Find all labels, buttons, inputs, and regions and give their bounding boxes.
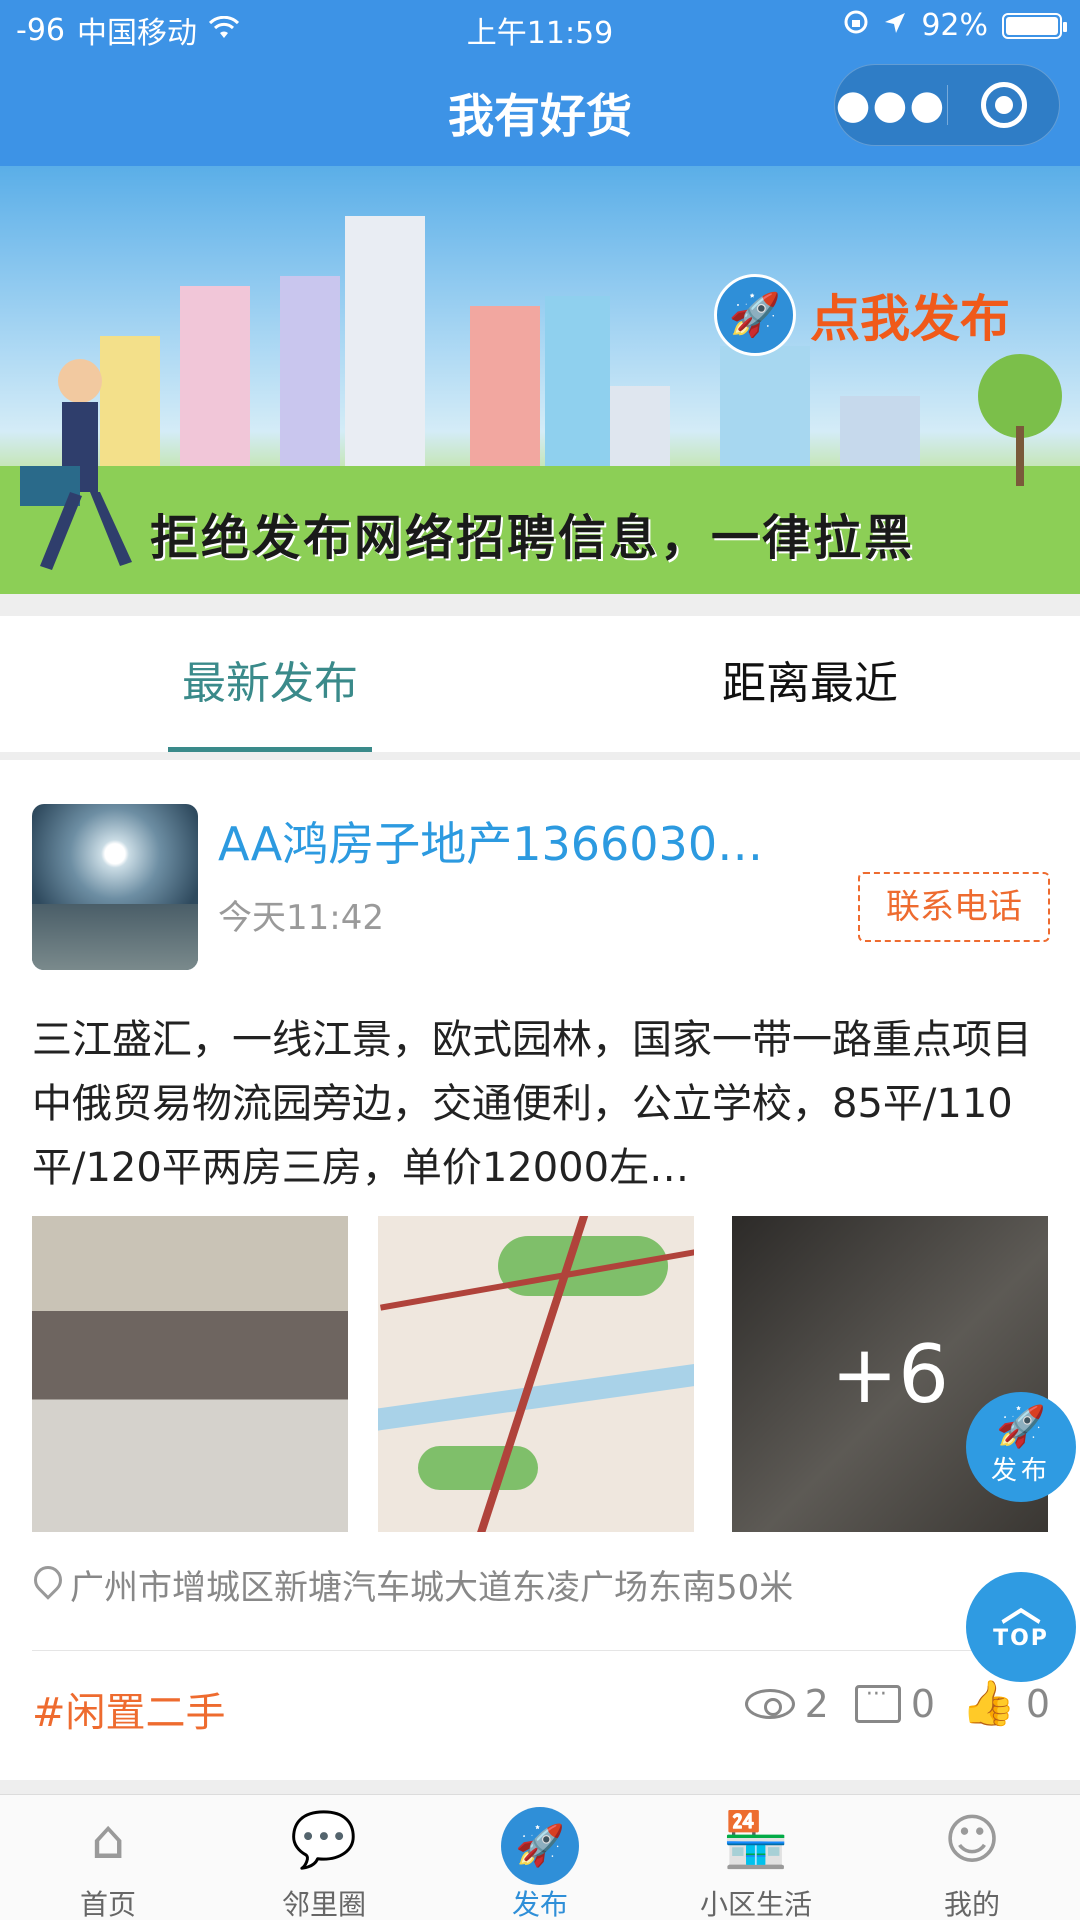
eye-icon (744, 1689, 795, 1719)
post-card[interactable]: AA鸿房子地产1366030… 今天11:42 联系电话 三江盛汇，一线江景，欧… (0, 760, 1080, 1780)
likes-stat[interactable]: 👍 0 (961, 1678, 1050, 1729)
photo-map[interactable] (378, 1216, 694, 1532)
navigation-bar: 我有好货 ●●● (0, 54, 1080, 166)
banner-slogan: 拒绝发布网络招聘信息，一律拉黑 (150, 510, 916, 566)
bottom-tab-bar: ⌂ 首页 💬 邻里圈 🚀 发布 🏪 小区生活 ☺ 我的 (0, 1794, 1080, 1920)
tab-latest[interactable]: 最新发布 (0, 616, 540, 752)
tabbar-label: 小区生活 (699, 1888, 812, 1920)
post-time: 今天11:42 (218, 898, 384, 938)
contact-phone-button[interactable]: 联系电话 (858, 872, 1050, 942)
tabbar-item-community-life[interactable]: 🏪 小区生活 (648, 1795, 864, 1920)
chevron-up-icon: ︿ (1001, 1584, 1041, 1630)
comments-count: 0 (910, 1682, 936, 1726)
avatar[interactable] (32, 804, 198, 970)
likes-count: 0 (1025, 1682, 1050, 1726)
chat-bubbles-icon: 💬 (290, 1808, 358, 1871)
comment-icon (854, 1682, 901, 1723)
tabbar-label: 首页 (79, 1888, 136, 1920)
rocket-icon: 🚀 (996, 1404, 1046, 1450)
photo-kitchen[interactable] (32, 1216, 348, 1532)
thumbs-up-icon: 👍 (961, 1678, 1016, 1729)
back-to-top-label: TOP (993, 1626, 1049, 1651)
tabbar-item-neighborhood[interactable]: 💬 邻里圈 (216, 1795, 432, 1920)
store-icon: 🏪 (722, 1808, 790, 1871)
more-dots-icon[interactable]: ●●● (835, 64, 947, 146)
location-text: 广州市增城区新塘汽车城大道东凌广场东南50米 (70, 1568, 794, 1608)
comments-stat[interactable]: 0 (854, 1682, 936, 1726)
orientation-lock-icon (843, 8, 869, 43)
category-tag[interactable]: #闲置二手 (32, 1680, 226, 1738)
post-author-title[interactable]: AA鸿房子地产1366030… (218, 808, 778, 874)
post-body[interactable]: 三江盛汇，一线江景，欧式园林，国家一带一路重点项目中俄贸易物流园旁边，交通便利，… (32, 1008, 1048, 1200)
sort-tabs: 最新发布 距离最近 (0, 616, 1080, 752)
location-arrow-icon (883, 8, 907, 43)
location-pin-icon (32, 1566, 62, 1604)
tabbar-item-home[interactable]: ⌂ 首页 (0, 1795, 216, 1920)
floating-publish-button[interactable]: 🚀 发布 (966, 1392, 1076, 1502)
battery-percent: 92% (921, 8, 988, 43)
close-target-button[interactable] (948, 82, 1059, 128)
tab-nearest[interactable]: 距离最近 (540, 616, 1080, 752)
target-icon (980, 82, 1027, 128)
mini-program-capsule: ●●● (834, 64, 1060, 146)
publish-cta-label: 点我发布 (810, 290, 1010, 348)
tabbar-item-publish[interactable]: 🚀 发布 (432, 1795, 648, 1920)
post-stats: 2 0 👍 0 (744, 1678, 1050, 1729)
tabbar-label: 我的 (943, 1888, 1000, 1920)
views-count: 2 (804, 1682, 829, 1726)
rocket-icon: 🚀 (714, 274, 796, 356)
tabbar-label: 邻里圈 (281, 1888, 366, 1920)
back-to-top-button[interactable]: ︿ TOP (966, 1572, 1076, 1682)
tabbar-item-mine[interactable]: ☺ 我的 (864, 1795, 1080, 1920)
floating-publish-label: 发布 (990, 1456, 1051, 1486)
battery-icon (1002, 12, 1067, 39)
tabbar-label: 发布 (511, 1888, 568, 1920)
home-icon: ⌂ (90, 1808, 126, 1871)
views-stat: 2 (744, 1682, 829, 1726)
status-bar: -96 中国移动 上午11:59 92% (0, 0, 1080, 54)
divider (32, 1650, 1048, 1651)
post-location[interactable]: 广州市增城区新塘汽车城大道东凌广场东南50米 (32, 1560, 793, 1609)
rocket-icon: 🚀 (501, 1807, 579, 1885)
publish-cta[interactable]: 🚀 点我发布 (714, 274, 1010, 356)
banner[interactable]: 🚀 点我发布 拒绝发布网络招聘信息，一律拉黑 (0, 166, 1080, 594)
status-right: 92% (843, 8, 1067, 43)
smiley-icon: ☺ (943, 1808, 1001, 1871)
post-photos: +6 (32, 1216, 1048, 1532)
